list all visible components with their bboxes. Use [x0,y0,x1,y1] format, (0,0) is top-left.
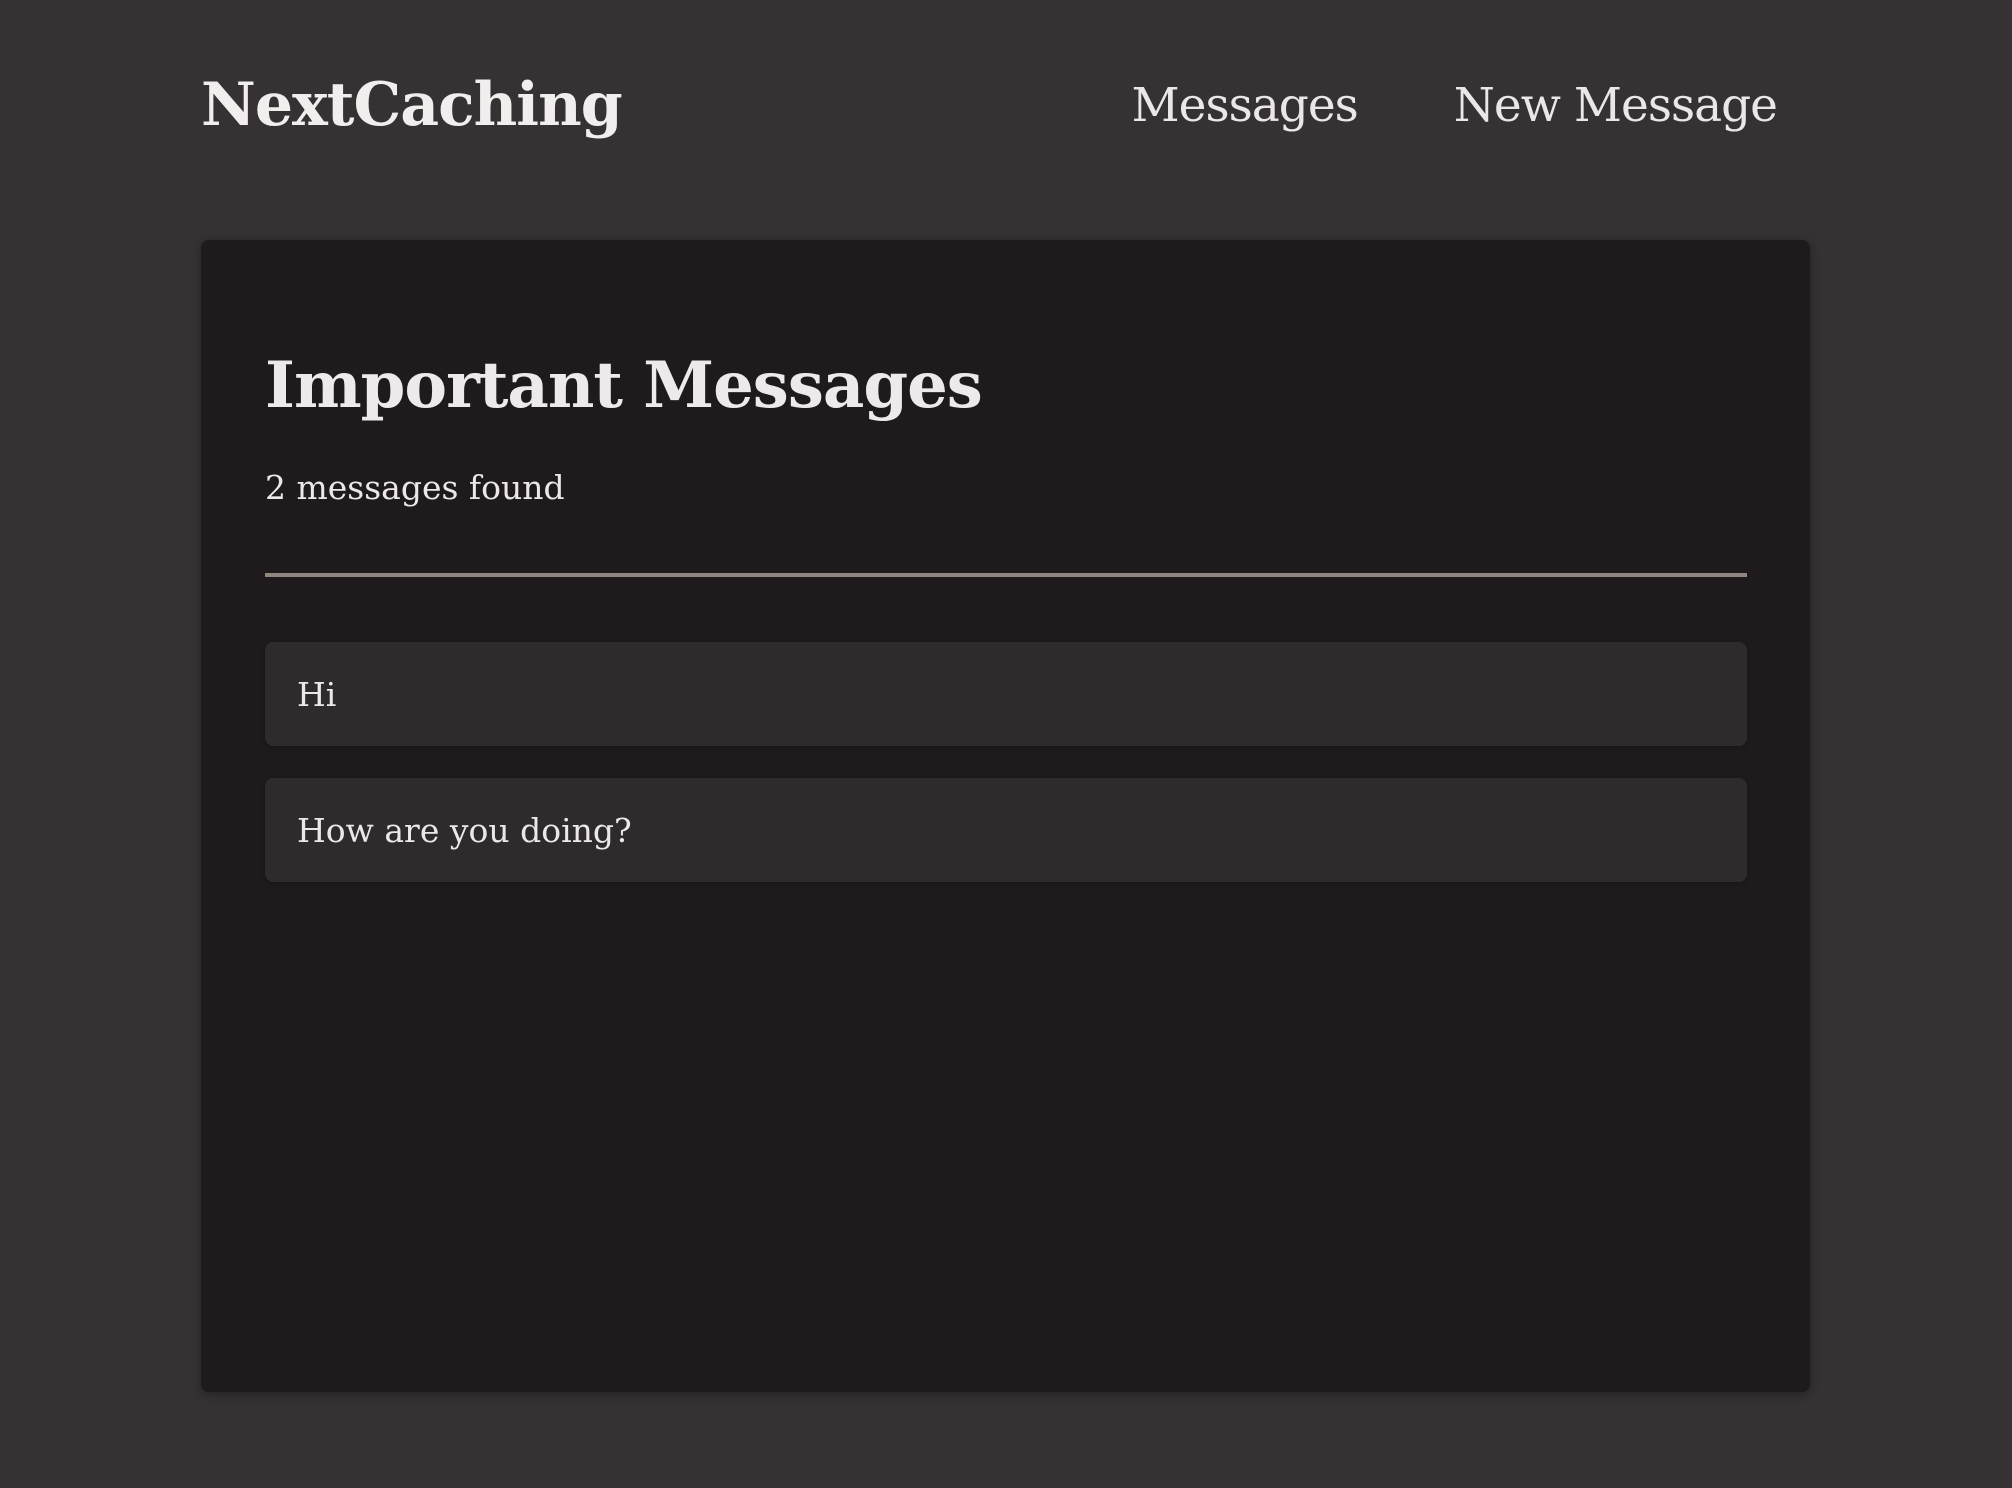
nav-link-new-message[interactable]: New Message [1454,78,1778,133]
main-nav: Messages New Message [1132,78,1778,133]
page-title: Important Messages [265,348,983,423]
divider [265,573,1747,577]
message-item[interactable]: How are you doing? [265,778,1747,882]
message-list: Hi How are you doing? [265,642,1747,882]
message-text: How are you doing? [297,810,632,850]
site-logo-link[interactable]: NextCaching [201,70,623,140]
message-count: 2 messages found [265,468,565,507]
message-item[interactable]: Hi [265,642,1747,746]
messages-card: Important Messages 2 messages found Hi H… [201,240,1810,1392]
message-text: Hi [297,674,337,714]
site-header: NextCaching Messages New Message [201,60,1778,150]
nav-link-messages[interactable]: Messages [1132,78,1359,133]
